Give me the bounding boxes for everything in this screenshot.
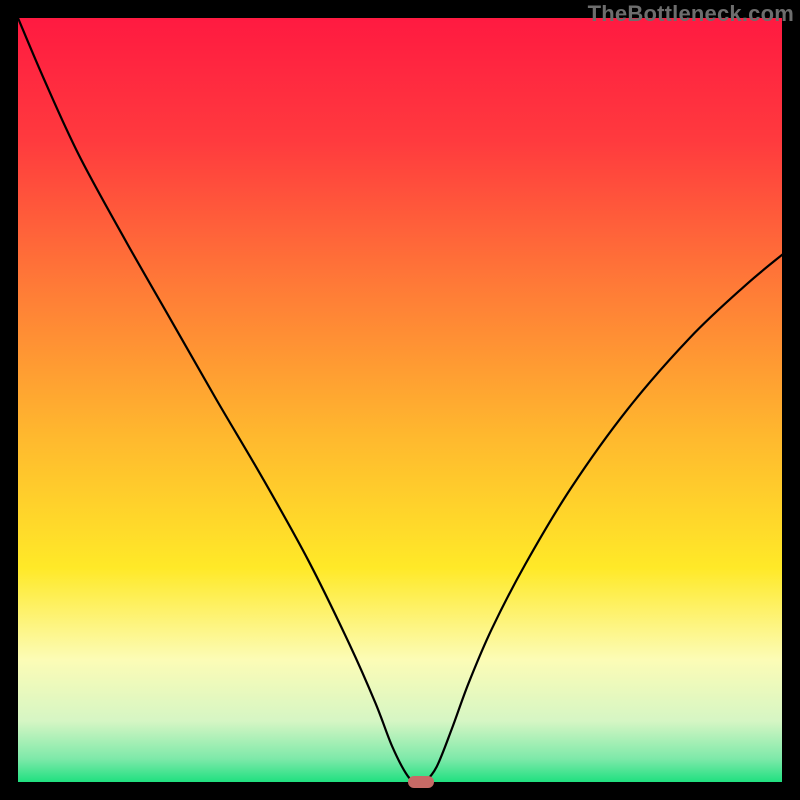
plot-area <box>18 18 782 782</box>
watermark: TheBottleneck.com <box>588 1 794 27</box>
bottleneck-curve <box>18 18 782 782</box>
curve-layer <box>18 18 782 782</box>
minimum-marker <box>408 776 434 788</box>
chart-frame: TheBottleneck.com <box>0 0 800 800</box>
